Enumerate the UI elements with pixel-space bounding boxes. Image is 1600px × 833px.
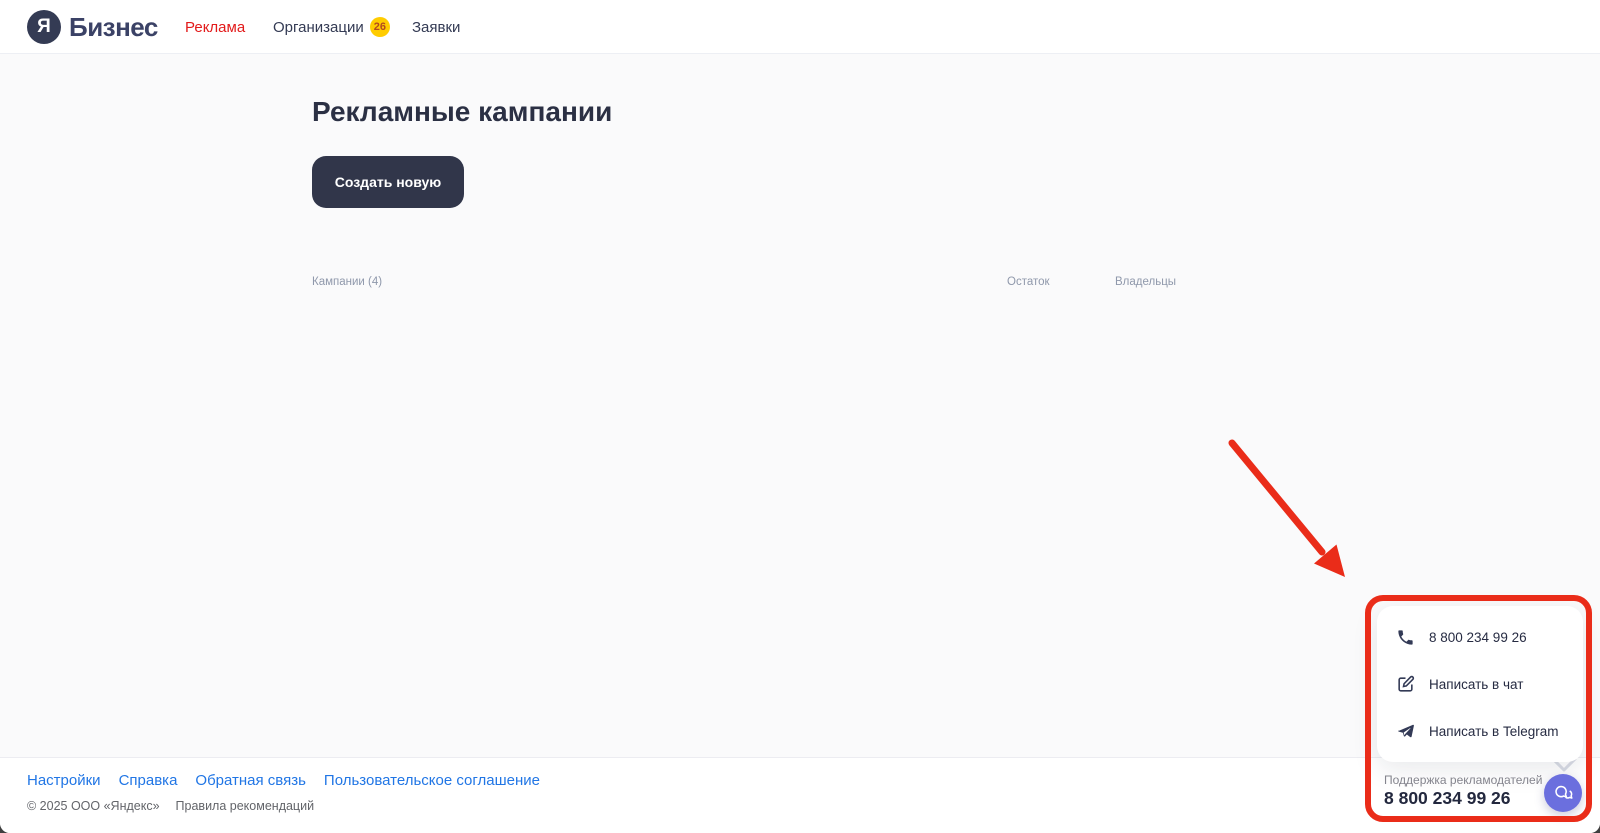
tab-requests-label: Заявки [412, 19, 460, 36]
annotation-arrow [1150, 400, 1400, 600]
column-header-balance: Остаток [1007, 276, 1050, 288]
footer-link-feedback[interactable]: Обратная связь [195, 772, 306, 789]
tab-advertising[interactable]: Реклама [185, 0, 245, 54]
footer-links: Настройки Справка Обратная связь Пользов… [27, 772, 540, 789]
telegram-icon [1396, 722, 1415, 741]
support-phone-label: 8 800 234 99 26 [1429, 630, 1527, 645]
footer-link-help[interactable]: Справка [119, 772, 178, 789]
support-chat-item[interactable]: Написать в чат [1377, 662, 1583, 706]
support-contact-phone: 8 800 234 99 26 [1384, 788, 1511, 809]
page: Я Бизнес Реклама Организации 26 Заявки Р… [0, 0, 1600, 833]
support-popup: 8 800 234 99 26 Написать в чат Написать … [1377, 606, 1583, 762]
support-phone-item[interactable]: 8 800 234 99 26 [1377, 615, 1583, 659]
logo-letter: Я [37, 16, 51, 38]
yandex-logo-icon: Я [27, 10, 61, 44]
tab-requests[interactable]: Заявки [412, 0, 460, 54]
footer-link-user-agreement[interactable]: Пользовательское соглашение [324, 772, 540, 789]
column-header-campaigns: Кампании (4) [312, 276, 382, 288]
footer-copyright: © 2025 ООО «Яндекс» [27, 799, 160, 813]
support-telegram-label: Написать в Telegram [1429, 724, 1558, 739]
support-contact-label: Поддержка рекламодателей [1384, 773, 1542, 787]
tab-organizations[interactable]: Организации 26 [273, 0, 390, 54]
top-navbar: Я Бизнес Реклама Организации 26 Заявки [0, 0, 1600, 54]
footer: Настройки Справка Обратная связь Пользов… [0, 757, 1600, 833]
phone-icon [1396, 628, 1415, 647]
support-telegram-item[interactable]: Написать в Telegram [1377, 709, 1583, 753]
tab-organizations-label: Организации [273, 19, 364, 36]
chat-fab-button[interactable] [1544, 774, 1582, 812]
create-campaign-button[interactable]: Создать новую [312, 156, 464, 208]
support-chat-label: Написать в чат [1429, 677, 1523, 692]
tab-advertising-label: Реклама [185, 19, 245, 36]
column-header-owners: Владельцы [1115, 276, 1176, 288]
logo-name: Бизнес [69, 12, 158, 43]
compose-icon [1396, 675, 1415, 694]
footer-meta: © 2025 ООО «Яндекс» Правила рекомендаций [27, 799, 314, 813]
page-title: Рекламные кампании [312, 96, 612, 128]
yandex-business-logo[interactable]: Я Бизнес [27, 0, 158, 54]
organizations-count-badge: 26 [370, 17, 390, 37]
chat-bubbles-icon [1552, 782, 1574, 804]
footer-link-settings[interactable]: Настройки [27, 772, 101, 789]
footer-recommendations-link[interactable]: Правила рекомендаций [176, 799, 315, 813]
